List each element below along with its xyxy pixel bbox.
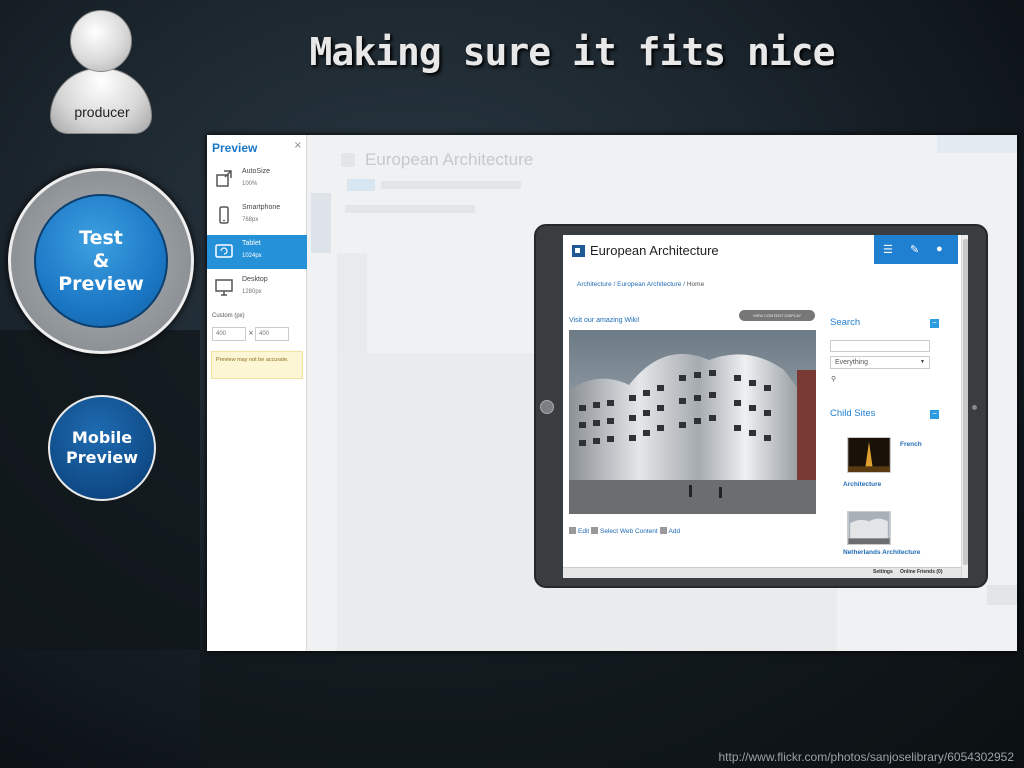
edit-icon xyxy=(569,527,576,534)
faded-crumb xyxy=(345,205,475,213)
preview-panel: Preview × AutoSize 100% Smartphone 768px… xyxy=(207,135,307,651)
faded-nav xyxy=(381,181,521,189)
search-portlet-title: Search xyxy=(830,317,861,328)
french-site-thumbnail[interactable] xyxy=(847,437,891,473)
add-icon xyxy=(659,527,667,534)
user-icon[interactable]: ● xyxy=(936,243,943,255)
device-name: AutoSize xyxy=(242,168,271,175)
portal-screenshot: Preview × AutoSize 100% Smartphone 768px… xyxy=(207,135,1017,651)
child-sites-title: Child Sites xyxy=(830,408,876,419)
child-site-link[interactable]: Architecture xyxy=(843,481,881,488)
article-link[interactable]: Visit our amazing Wiki! xyxy=(569,317,640,324)
tablet-icon xyxy=(215,244,233,258)
avatar-head xyxy=(70,10,132,72)
menu-icon[interactable]: ☰ xyxy=(883,243,893,256)
child-sites-collapse-button[interactable]: − xyxy=(930,410,939,419)
device-size: 1280px xyxy=(242,289,262,295)
faded-image xyxy=(337,253,367,353)
step-line: Preview xyxy=(65,448,138,467)
site-logo-icon xyxy=(572,245,585,257)
background-page-title: European Architecture xyxy=(365,150,534,169)
close-icon[interactable]: × xyxy=(294,140,302,151)
search-collapse-button[interactable]: − xyxy=(930,319,939,328)
search-scope-select[interactable]: Everything ▼ xyxy=(830,356,930,369)
step-line: Preview xyxy=(58,272,144,295)
preview-warning: Preview may not be accurate. xyxy=(211,351,303,379)
custom-width-input[interactable]: 400 xyxy=(212,327,246,341)
custom-height-input[interactable]: 400 xyxy=(255,327,289,341)
content-actions: Edit Select Web Content Add xyxy=(569,527,680,535)
building-photo xyxy=(569,330,816,514)
device-name: Tablet xyxy=(242,240,261,247)
device-desktop[interactable]: Desktop 1280px xyxy=(207,271,307,305)
scrollbar-thumb[interactable] xyxy=(963,239,968,565)
desktop-icon xyxy=(215,279,233,296)
faded-widget xyxy=(987,585,1017,605)
device-size: 1024px xyxy=(242,253,262,259)
scrollbar[interactable] xyxy=(961,235,968,578)
child-site-link[interactable]: French xyxy=(900,441,922,448)
custom-size-label: Custom (px) xyxy=(212,313,245,319)
child-site-link[interactable]: Netherlands Architecture xyxy=(843,549,920,556)
step-line: Test xyxy=(79,226,123,249)
preview-panel-title: Preview xyxy=(212,141,258,155)
content-display-button[interactable]: VIEW CONTENT DISPLAY xyxy=(739,310,815,321)
breadcrumb-item[interactable]: Architecture xyxy=(577,281,612,288)
device-name: Smartphone xyxy=(242,204,281,211)
search-input[interactable] xyxy=(830,340,930,352)
select-web-content-link[interactable]: Select Web Content xyxy=(600,528,658,535)
step-line: Mobile xyxy=(71,428,133,447)
pencil-icon[interactable]: ✎ xyxy=(910,243,919,256)
device-size: 100% xyxy=(242,181,258,187)
custom-times: × xyxy=(248,329,254,337)
device-tablet[interactable]: Tablet 1024px xyxy=(207,235,307,269)
online-friends-button[interactable]: Online Friends (0) xyxy=(900,569,943,575)
breadcrumb-item[interactable]: European Architecture xyxy=(617,281,681,288)
photo-credit: http://www.flickr.com/photos/sanjoselibr… xyxy=(718,750,1015,764)
autosize-icon xyxy=(216,170,232,187)
dockbar-bottom: Settings Online Friends (0) xyxy=(563,567,961,578)
device-name: Desktop xyxy=(242,276,268,283)
step-test-preview: Test & Preview xyxy=(34,194,168,328)
producer-label: producer xyxy=(74,104,130,120)
breadcrumb-item: Home xyxy=(686,281,705,288)
faded-nav xyxy=(347,179,375,191)
step-line: & xyxy=(92,249,110,272)
step-mobile-preview: Mobile Preview xyxy=(48,395,156,501)
site-toolbar: ☰ ✎ ● xyxy=(874,235,958,264)
device-smartphone[interactable]: Smartphone 768px xyxy=(207,199,307,233)
settings-button[interactable]: Settings xyxy=(873,569,893,575)
tablet-home-button xyxy=(540,400,554,414)
add-link[interactable]: Add xyxy=(669,528,681,535)
tablet-screen: European Architecture ☰ ✎ ● Architecture… xyxy=(563,235,968,578)
producer-avatar: producer xyxy=(48,8,154,134)
search-scope-value: Everything xyxy=(835,359,869,366)
tablet-camera xyxy=(972,405,977,410)
search-icon[interactable]: ⚲ xyxy=(831,375,836,383)
chevron-down-icon: ▼ xyxy=(920,359,925,365)
faded-logo xyxy=(341,153,355,167)
faded-button xyxy=(937,135,1017,153)
edit-link[interactable]: Edit xyxy=(578,528,589,535)
breadcrumb: Architecture / European Architecture / H… xyxy=(577,281,704,288)
netherlands-site-thumbnail[interactable] xyxy=(847,511,891,545)
site-title: European Architecture xyxy=(590,243,719,258)
device-autosize[interactable]: AutoSize 100% xyxy=(207,163,307,197)
device-size: 768px xyxy=(242,217,259,223)
gear-icon xyxy=(591,527,599,534)
faded-toolbar xyxy=(311,193,331,253)
tablet-frame: European Architecture ☰ ✎ ● Architecture… xyxy=(534,224,988,588)
smartphone-icon xyxy=(219,206,229,224)
